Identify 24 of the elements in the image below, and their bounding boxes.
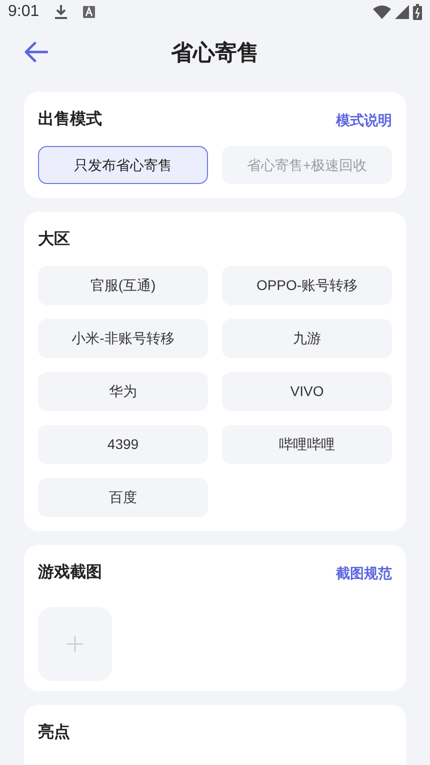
region-option[interactable]: 九游 bbox=[222, 319, 392, 358]
wifi-icon bbox=[373, 5, 391, 19]
section-title: 出售模式 bbox=[38, 110, 102, 130]
region-option[interactable]: OPPO-账号转移 bbox=[222, 266, 392, 305]
page-title: 省心寄售 bbox=[171, 38, 259, 66]
section-title: 大区 bbox=[38, 230, 71, 250]
signal-icon bbox=[395, 5, 409, 19]
download-icon bbox=[55, 5, 68, 19]
plus-icon bbox=[67, 636, 83, 652]
region-option[interactable]: 4399 bbox=[38, 425, 208, 464]
battery-icon bbox=[413, 4, 422, 20]
region-option[interactable]: 官服(互通) bbox=[38, 266, 208, 305]
keyboard-icon bbox=[83, 6, 96, 18]
mode-info-link[interactable]: 模式说明 bbox=[336, 110, 392, 130]
region-option[interactable]: 哔哩哔哩 bbox=[222, 425, 392, 464]
section-title: 亮点 bbox=[38, 724, 70, 741]
screenshot-rules-link[interactable]: 截图规范 bbox=[336, 562, 392, 584]
status-time: 9:01 bbox=[8, 2, 40, 22]
section-title: 游戏截图 bbox=[38, 562, 102, 583]
region-option[interactable]: 百度 bbox=[38, 478, 208, 517]
region-option[interactable]: VIVO bbox=[222, 372, 392, 411]
mode-option[interactable]: 只发布省心寄售 bbox=[38, 146, 208, 184]
region-option[interactable]: 华为 bbox=[38, 372, 208, 411]
region-option[interactable]: 小米-非账号转移 bbox=[38, 319, 208, 358]
